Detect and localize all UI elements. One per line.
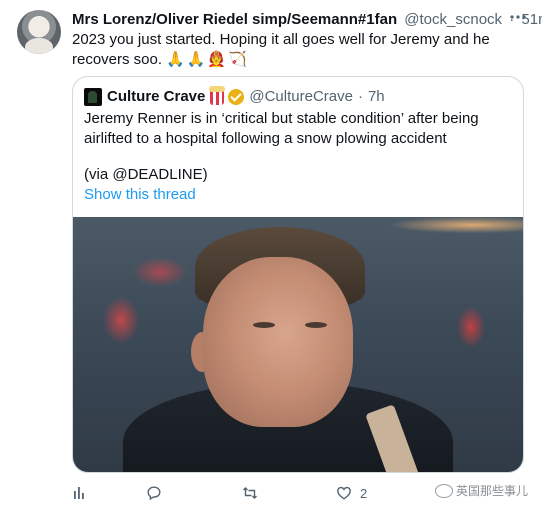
tweet-header: Mrs Lorenz/Oliver Riedel simp/Seemann#1f… xyxy=(72,10,542,30)
analytics-icon[interactable] xyxy=(72,483,88,503)
author-avatar[interactable] xyxy=(17,10,61,54)
more-horizontal-icon[interactable] xyxy=(508,8,528,28)
tweet-body: 2023 you just started. Hoping it all goe… xyxy=(72,31,490,68)
author-handle[interactable]: @tock_scnock xyxy=(404,11,502,28)
popcorn-icon xyxy=(209,85,226,105)
quote-avatar[interactable] xyxy=(84,88,102,106)
reply-icon[interactable] xyxy=(146,483,162,503)
watermark-text: 英国那些事儿 xyxy=(455,484,528,498)
watermark: 英国那些事儿 xyxy=(434,482,528,499)
quote-handle[interactable]: @CultureCrave xyxy=(249,87,353,107)
quote-text: Jeremy Renner is in ‘critical but stable… xyxy=(84,110,479,147)
separator-dot: · xyxy=(357,88,363,105)
retweet-icon[interactable] xyxy=(242,483,258,503)
quote-photo[interactable] xyxy=(73,217,523,472)
author-name[interactable]: Mrs Lorenz/Oliver Riedel simp/Seemann#1f… xyxy=(72,11,397,28)
quote-time[interactable]: 7h xyxy=(368,87,385,107)
tweet-emojis: 🙏🙏🧑‍🚒🏹 xyxy=(166,51,249,68)
quote-via: (via @DEADLINE) xyxy=(84,166,208,183)
show-thread-link[interactable]: Show this thread xyxy=(84,185,196,205)
like-count: 2 xyxy=(360,485,368,501)
tweet-text: 2023 you just started. Hoping it all goe… xyxy=(72,30,522,70)
wechat-icon xyxy=(434,483,453,498)
quote-header: Culture Crave @CultureCrave · 7h xyxy=(84,85,385,107)
heart-icon xyxy=(337,486,351,500)
quote-author-name[interactable]: Culture Crave xyxy=(107,87,205,107)
quoted-tweet[interactable]: Culture Crave @CultureCrave · 7h Jeremy … xyxy=(72,76,524,473)
verified-badge-icon xyxy=(228,89,245,105)
like-button[interactable]: 2 xyxy=(336,483,367,503)
